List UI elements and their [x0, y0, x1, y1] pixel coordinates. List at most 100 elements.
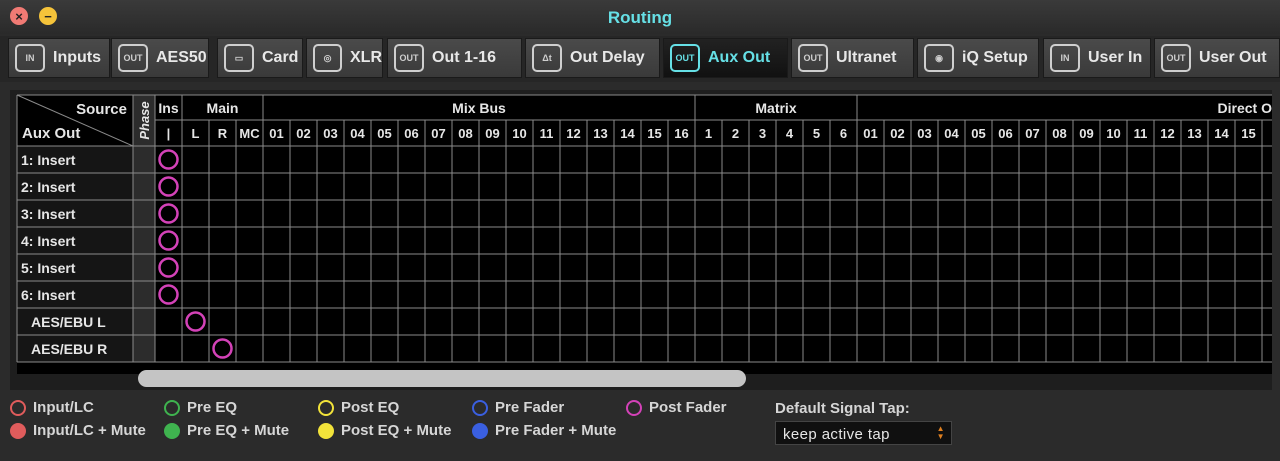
routing-cell[interactable]	[776, 146, 803, 173]
routing-cell[interactable]	[722, 227, 749, 254]
routing-cell[interactable]	[1127, 146, 1154, 173]
routing-cell[interactable]	[803, 146, 830, 173]
routing-cell[interactable]	[938, 173, 965, 200]
routing-cell[interactable]	[1235, 173, 1262, 200]
routing-cell[interactable]	[236, 146, 263, 173]
routing-cell[interactable]	[209, 200, 236, 227]
routing-cell[interactable]	[722, 200, 749, 227]
routing-cell[interactable]	[1019, 281, 1046, 308]
routing-cell[interactable]	[749, 281, 776, 308]
routing-cell[interactable]	[1100, 200, 1127, 227]
tab-aux-out[interactable]: OUT Aux Out	[663, 38, 788, 78]
routing-cell[interactable]	[1100, 173, 1127, 200]
routing-cell[interactable]	[830, 200, 857, 227]
routing-cell[interactable]	[1046, 254, 1073, 281]
routing-cell[interactable]	[695, 146, 722, 173]
routing-cell[interactable]	[1073, 281, 1100, 308]
routing-cell[interactable]	[938, 146, 965, 173]
routing-cell[interactable]	[1208, 227, 1235, 254]
routing-cell[interactable]	[1181, 254, 1208, 281]
routing-cell[interactable]	[1154, 173, 1181, 200]
routing-cell[interactable]	[479, 200, 506, 227]
routing-cell[interactable]	[398, 146, 425, 173]
routing-cell[interactable]	[533, 254, 560, 281]
routing-cell[interactable]	[560, 281, 587, 308]
routing-cell[interactable]	[506, 308, 533, 335]
routing-cell[interactable]	[992, 308, 1019, 335]
routing-cell[interactable]	[1235, 308, 1262, 335]
routing-cell[interactable]	[803, 281, 830, 308]
routing-cell[interactable]	[776, 308, 803, 335]
routing-cell[interactable]	[425, 200, 452, 227]
routing-cell[interactable]	[560, 335, 587, 362]
routing-cell[interactable]	[884, 281, 911, 308]
routing-cell[interactable]	[1019, 308, 1046, 335]
routing-cell[interactable]	[560, 308, 587, 335]
routing-cell[interactable]	[1073, 335, 1100, 362]
routing-cell[interactable]	[938, 227, 965, 254]
routing-cell[interactable]	[1019, 146, 1046, 173]
routing-cell[interactable]	[722, 308, 749, 335]
routing-cell[interactable]	[317, 281, 344, 308]
routing-cell[interactable]	[317, 173, 344, 200]
routing-cell[interactable]	[911, 254, 938, 281]
routing-cell[interactable]	[533, 173, 560, 200]
routing-cell[interactable]	[965, 335, 992, 362]
routing-cell[interactable]	[641, 173, 668, 200]
routing-cell[interactable]	[938, 281, 965, 308]
routing-cell[interactable]	[857, 281, 884, 308]
routing-cell[interactable]	[425, 173, 452, 200]
routing-cell[interactable]	[452, 227, 479, 254]
routing-cell[interactable]	[155, 308, 182, 335]
tab-aes50[interactable]: OUT AES50	[111, 38, 209, 78]
routing-cell[interactable]	[1046, 281, 1073, 308]
horizontal-scrollbar[interactable]	[138, 370, 746, 387]
routing-cell[interactable]	[749, 308, 776, 335]
routing-cell[interactable]	[1073, 200, 1100, 227]
routing-cell[interactable]	[263, 254, 290, 281]
routing-cell[interactable]	[290, 335, 317, 362]
routing-cell[interactable]	[425, 254, 452, 281]
routing-cell[interactable]	[1154, 281, 1181, 308]
routing-cell[interactable]	[1073, 173, 1100, 200]
routing-cell[interactable]	[236, 227, 263, 254]
routing-cell[interactable]	[776, 200, 803, 227]
routing-cell[interactable]	[1262, 227, 1272, 254]
routing-cell[interactable]	[1073, 146, 1100, 173]
routing-cell[interactable]	[371, 308, 398, 335]
routing-cell[interactable]	[533, 227, 560, 254]
routing-cell[interactable]	[911, 281, 938, 308]
routing-cell[interactable]	[749, 335, 776, 362]
routing-cell[interactable]	[182, 227, 209, 254]
routing-cell[interactable]	[1262, 335, 1272, 362]
routing-cell[interactable]	[1262, 254, 1272, 281]
routing-cell[interactable]	[641, 146, 668, 173]
routing-cell[interactable]	[1100, 146, 1127, 173]
routing-cell[interactable]	[425, 308, 452, 335]
routing-cell[interactable]	[209, 146, 236, 173]
routing-cell[interactable]	[479, 227, 506, 254]
routing-cell[interactable]	[452, 281, 479, 308]
routing-cell[interactable]	[1154, 308, 1181, 335]
routing-cell[interactable]	[560, 200, 587, 227]
tab-iq-setup[interactable]: ◉ iQ Setup	[917, 38, 1039, 78]
routing-cell[interactable]	[695, 281, 722, 308]
routing-cell[interactable]	[587, 200, 614, 227]
routing-cell[interactable]	[236, 281, 263, 308]
routing-cell[interactable]	[668, 281, 695, 308]
routing-cell[interactable]	[506, 335, 533, 362]
routing-cell[interactable]	[209, 254, 236, 281]
routing-cell[interactable]	[1262, 281, 1272, 308]
routing-cell[interactable]	[911, 227, 938, 254]
routing-cell[interactable]	[938, 308, 965, 335]
routing-cell[interactable]	[452, 200, 479, 227]
routing-cell[interactable]	[695, 173, 722, 200]
routing-cell[interactable]	[1181, 146, 1208, 173]
routing-cell[interactable]	[209, 308, 236, 335]
routing-cell[interactable]	[587, 281, 614, 308]
routing-cell[interactable]	[830, 254, 857, 281]
routing-cell[interactable]	[857, 335, 884, 362]
routing-cell[interactable]	[1235, 227, 1262, 254]
routing-cell[interactable]	[911, 173, 938, 200]
routing-cell[interactable]	[236, 335, 263, 362]
